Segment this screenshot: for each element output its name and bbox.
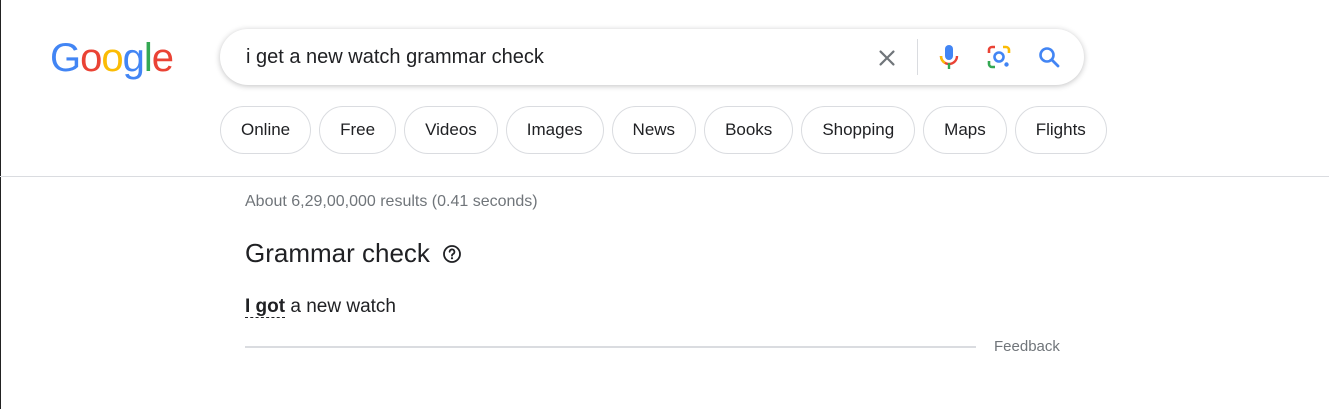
filter-chip-videos[interactable]: Videos	[404, 106, 498, 154]
grammar-correction: I got a new watch	[245, 296, 396, 318]
search-box[interactable]: i get a new watch grammar check	[220, 29, 1084, 85]
search-filters: Online Free Videos Images News Books Sho…	[220, 106, 1107, 154]
google-logo[interactable]: Google	[50, 36, 174, 80]
grammar-check-title: Grammar check	[245, 238, 430, 268]
filter-chip-online[interactable]: Online	[220, 106, 312, 154]
corrected-phrase: I got	[245, 296, 286, 318]
logo-letter: o	[80, 36, 102, 80]
filter-chip-shopping[interactable]: Shopping	[801, 106, 916, 154]
mic-icon[interactable]	[933, 41, 965, 73]
help-icon[interactable]	[442, 244, 462, 264]
logo-letter: l	[143, 36, 153, 80]
clear-icon[interactable]	[872, 43, 902, 73]
google-lens-icon[interactable]	[983, 41, 1015, 73]
result-stats: About 6,29,00,000 results (0.41 seconds)	[245, 193, 538, 210]
filter-chip-free[interactable]: Free	[319, 106, 397, 154]
logo-letter: g	[122, 36, 145, 80]
search-divider	[917, 39, 918, 75]
logo-letter: G	[50, 36, 81, 80]
window-edge	[0, 0, 1, 409]
filter-chip-maps[interactable]: Maps	[923, 106, 1007, 154]
filter-chip-images[interactable]: Images	[505, 106, 604, 154]
logo-letter: e	[151, 36, 174, 80]
feedback-link[interactable]: Feedback	[994, 338, 1060, 355]
header-divider	[0, 176, 1329, 177]
corrected-rest: a new watch	[285, 296, 397, 317]
filter-chip-books[interactable]: Books	[704, 106, 794, 154]
search-icon[interactable]	[1033, 41, 1065, 73]
logo-letter: o	[101, 36, 123, 80]
filter-chip-news[interactable]: News	[611, 106, 697, 154]
grammar-check-heading: Grammar check	[245, 238, 462, 269]
search-input[interactable]: i get a new watch grammar check	[246, 46, 544, 69]
filter-chip-flights[interactable]: Flights	[1014, 106, 1107, 154]
feedback-divider	[245, 346, 976, 348]
